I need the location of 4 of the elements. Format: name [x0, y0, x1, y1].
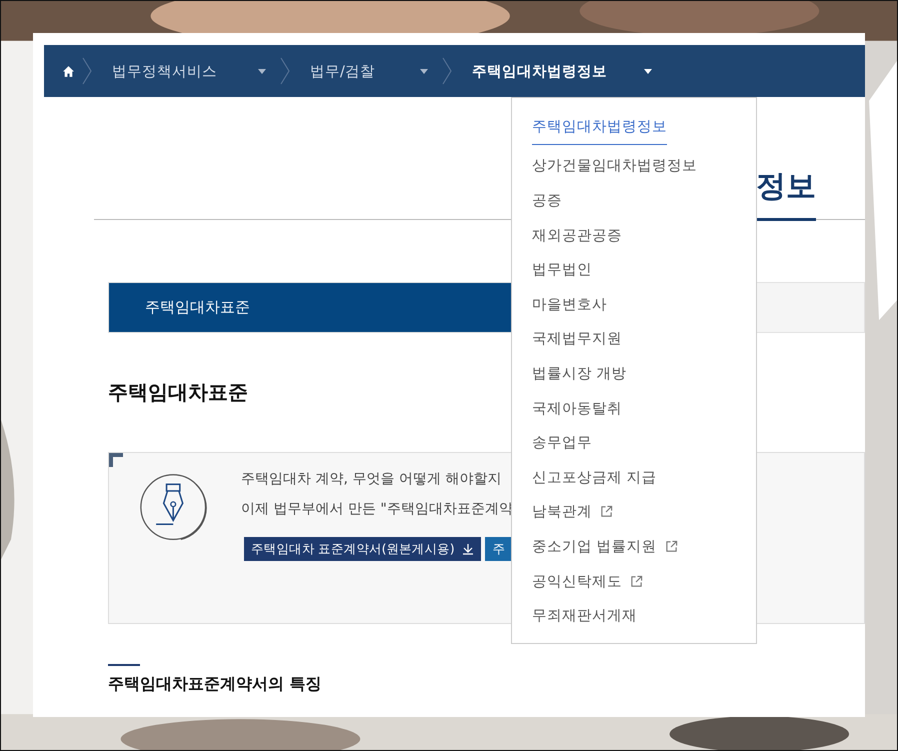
section-title: 주택임대차표준 [108, 379, 249, 406]
subsection-title: 주택임대차표준계약서의 특징 [108, 674, 323, 695]
intro-text: 이제 법무부에서 만든 "주택임대차표준계약 [241, 500, 513, 519]
intro-text: 주택임대차 계약, 무엇을 어떻게 해야할지 [241, 470, 502, 489]
